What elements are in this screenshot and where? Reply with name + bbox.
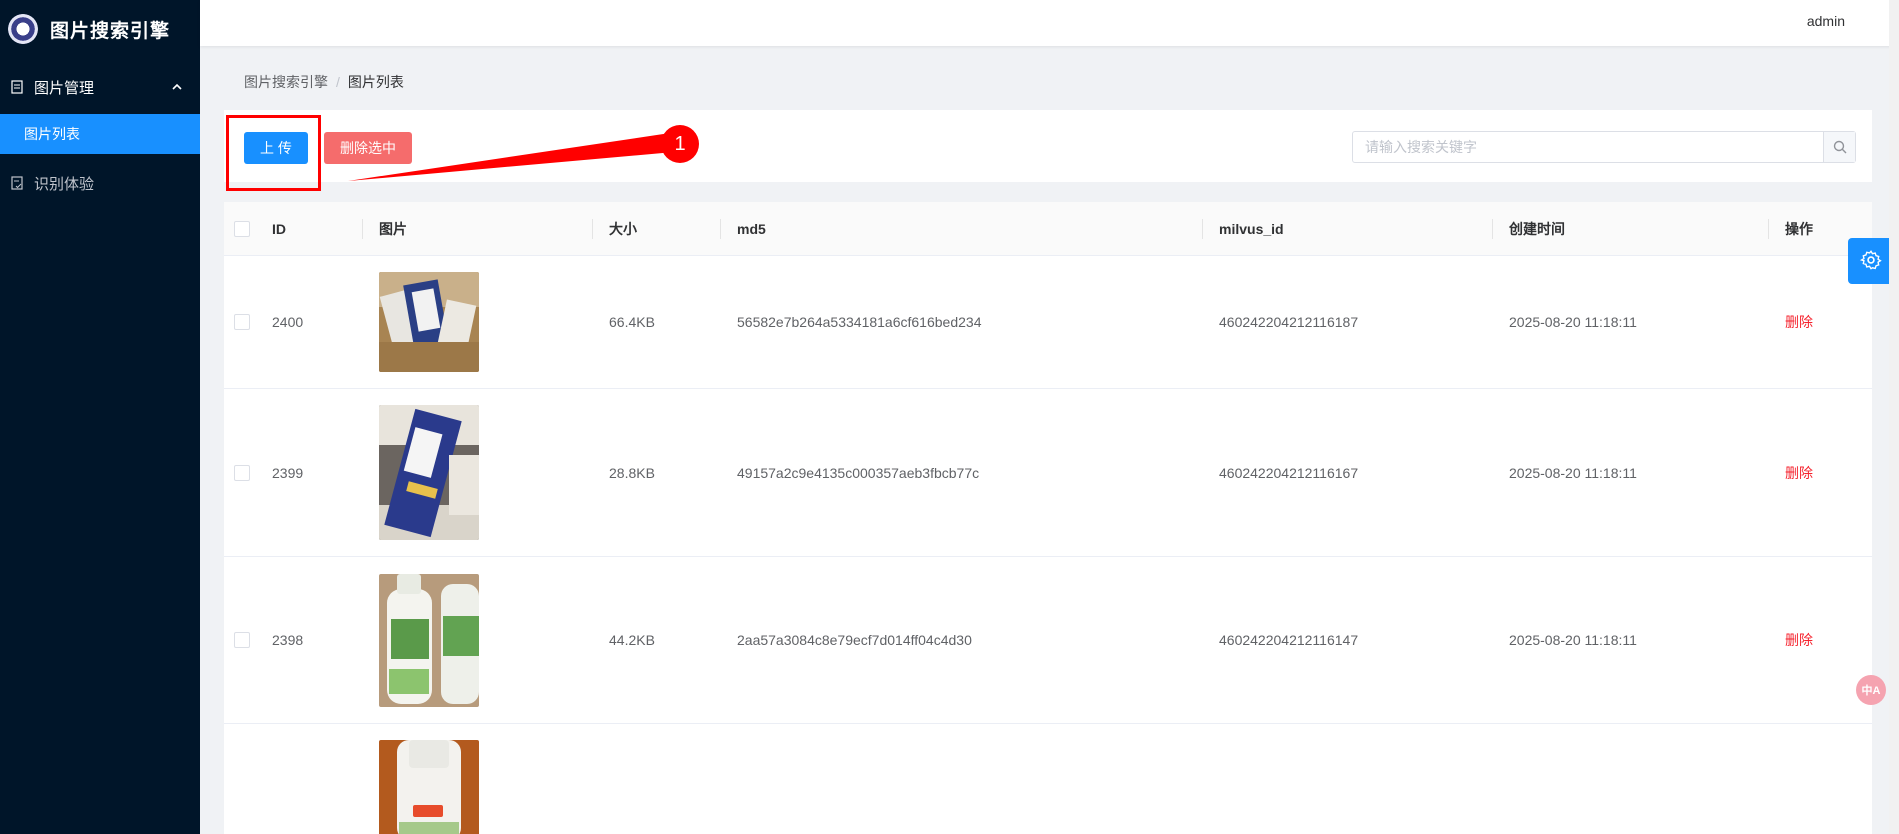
table-header: ID 图片 大小 md5 milvus_id 创建时间 操作	[224, 202, 1872, 256]
breadcrumb-current: 图片列表	[347, 74, 404, 90]
cell-milvus-id: 460242204212116147	[1219, 632, 1359, 648]
table-row: 2400 66.4KB 56582e7b264a5334181a6cf616be…	[224, 256, 1872, 389]
annotation-step-badge: 1	[661, 125, 699, 163]
search-input[interactable]	[1353, 132, 1823, 162]
thumbnail-image[interactable]	[379, 405, 479, 540]
search-box	[1352, 131, 1856, 163]
toolbar: 上 传 删除选中	[224, 110, 1872, 182]
sidebar-item-label: 图片列表	[24, 126, 80, 142]
delete-row-link[interactable]: 删除	[1785, 256, 1813, 388]
sidebar-item-image-list[interactable]: 图片列表	[0, 114, 200, 154]
image-table: ID 图片 大小 md5 milvus_id 创建时间 操作 2400 66.4…	[224, 202, 1872, 834]
delete-row-link[interactable]: 删除	[1785, 389, 1813, 556]
thumbnail-image[interactable]	[379, 573, 479, 707]
column-header-md5: md5	[737, 221, 766, 237]
menu-group-image-management[interactable]: 图片管理	[0, 60, 200, 114]
row-checkbox[interactable]	[234, 314, 250, 330]
menu-group-label: 识别体验	[34, 175, 95, 193]
column-header-action: 操作	[1785, 221, 1813, 237]
app-title: 图片搜索引擎	[50, 20, 171, 42]
page-scrollbar[interactable]	[1889, 0, 1899, 834]
translate-icon: 中A	[1861, 685, 1881, 697]
table-row: 2398 44.2KB 2aa57a3084c8e79ecf7d014ff04c…	[224, 557, 1872, 724]
cell-md5: 2aa57a3084c8e79ecf7d014ff04c4d30	[737, 632, 972, 648]
breadcrumb-root[interactable]: 图片搜索引擎	[244, 74, 328, 90]
column-header-size: 大小	[609, 221, 637, 237]
column-header-id: ID	[272, 221, 286, 237]
cell-id: 2398	[272, 632, 304, 648]
cell-size: 28.8KB	[609, 464, 655, 481]
top-header: admin	[200, 0, 1899, 46]
user-menu[interactable]: admin	[1807, 13, 1845, 29]
document-icon	[10, 80, 24, 94]
cell-created: 2025-08-20 11:18:11	[1509, 314, 1637, 330]
menu-group-recognition-demo[interactable]: 识别体验	[0, 156, 200, 210]
search-icon[interactable]	[1823, 132, 1855, 162]
row-checkbox[interactable]	[234, 464, 250, 481]
gear-icon	[1859, 249, 1882, 274]
cell-milvus-id: 460242204212116167	[1219, 464, 1359, 481]
logo-emblem-icon	[8, 14, 38, 44]
annotation-highlight-box	[226, 115, 321, 191]
column-header-milvus-id: milvus_id	[1219, 221, 1284, 237]
chevron-up-icon	[172, 80, 182, 94]
cell-md5: 49157a2c9e4135c000357aeb3fbcb77c	[737, 464, 980, 481]
cell-id: 2400	[272, 314, 304, 330]
table-row	[224, 724, 1872, 834]
cell-created: 2025-08-20 11:18:11	[1509, 464, 1637, 481]
cell-created: 2025-08-20 11:18:11	[1509, 632, 1637, 648]
select-all-checkbox[interactable]	[234, 221, 250, 237]
table-row: 2399 28.8KB 49157a2c9e4135c000357aeb3fbc…	[224, 389, 1872, 557]
row-checkbox[interactable]	[234, 632, 250, 648]
cell-id: 2399	[272, 464, 304, 481]
breadcrumb: 图片搜索引擎 / 图片列表	[244, 72, 404, 92]
settings-button[interactable]	[1848, 238, 1894, 284]
cell-size: 44.2KB	[609, 632, 655, 648]
column-header-created: 创建时间	[1509, 221, 1565, 237]
menu-group-label: 图片管理	[34, 79, 95, 97]
breadcrumb-separator: /	[336, 74, 340, 90]
cell-md5: 56582e7b264a5334181a6cf616bed234	[737, 314, 982, 330]
cell-milvus-id: 460242204212116187	[1219, 314, 1359, 330]
cell-size: 66.4KB	[609, 314, 655, 330]
thumbnail-image[interactable]	[379, 272, 479, 372]
sidebar: 图片搜索引擎 图片管理 图片列表 识别体验	[0, 0, 200, 834]
column-header-image: 图片	[379, 221, 407, 237]
logo[interactable]: 图片搜索引擎	[0, 0, 200, 58]
delete-row-link[interactable]: 删除	[1785, 557, 1813, 723]
translate-button[interactable]: 中A	[1856, 675, 1886, 705]
thumbnail-image[interactable]	[379, 740, 479, 834]
file-check-icon	[10, 176, 24, 190]
delete-selected-button[interactable]: 删除选中	[324, 132, 412, 164]
